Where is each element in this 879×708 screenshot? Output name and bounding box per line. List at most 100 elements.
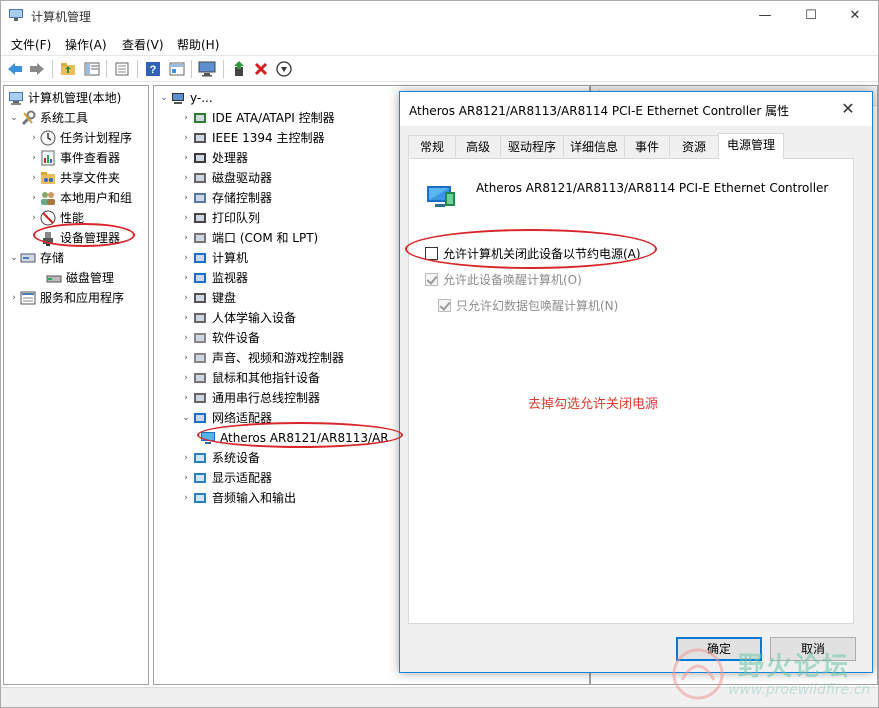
chevron-right-icon[interactable]: › bbox=[180, 188, 192, 208]
tree-item-shared-folders[interactable]: › 共享文件夹 bbox=[28, 168, 120, 188]
disable-icon[interactable] bbox=[274, 59, 294, 79]
chevron-right-icon[interactable]: › bbox=[180, 108, 192, 128]
chevron-right-icon[interactable]: › bbox=[180, 288, 192, 308]
chevron-right-icon[interactable]: › bbox=[180, 448, 192, 468]
menu-view[interactable]: 查看(V) bbox=[122, 36, 164, 53]
dialog-close-button[interactable]: ✕ bbox=[832, 94, 864, 124]
shared-folder-icon bbox=[40, 170, 56, 186]
menu-help[interactable]: 帮助(H) bbox=[177, 36, 219, 53]
chevron-right-icon[interactable]: › bbox=[28, 188, 40, 208]
device-category-row[interactable]: › 处理器 bbox=[180, 148, 248, 168]
device-category-row[interactable]: › 系统设备 bbox=[180, 448, 260, 468]
device-category-row[interactable]: › 声音、视频和游戏控制器 bbox=[180, 348, 344, 368]
properties-icon[interactable] bbox=[167, 59, 187, 79]
chevron-right-icon[interactable]: › bbox=[180, 328, 192, 348]
services-icon bbox=[20, 290, 36, 306]
chevron-right-icon[interactable]: › bbox=[180, 268, 192, 288]
chevron-right-icon[interactable]: › bbox=[180, 228, 192, 248]
tree-label: 系统工具 bbox=[40, 111, 89, 125]
back-arrow-icon[interactable] bbox=[5, 59, 25, 79]
chevron-right-icon[interactable]: › bbox=[8, 288, 20, 308]
tab-general[interactable]: 常规 bbox=[408, 135, 456, 157]
tree-root-computer-management[interactable]: 计算机管理(本地) bbox=[8, 88, 121, 108]
chevron-right-icon[interactable]: › bbox=[28, 208, 40, 228]
magic-packet-checkbox bbox=[438, 299, 451, 312]
device-category-icon bbox=[192, 150, 208, 166]
tab-power-management[interactable]: 电源管理 bbox=[718, 133, 784, 159]
menu-action[interactable]: 操作(A) bbox=[65, 36, 107, 53]
device-category-row[interactable]: › 软件设备 bbox=[180, 328, 260, 348]
update-driver-icon[interactable] bbox=[229, 59, 249, 79]
chevron-down-icon[interactable]: ⌄ bbox=[8, 108, 20, 128]
device-category-row[interactable]: › 鼠标和其他指针设备 bbox=[180, 368, 320, 388]
tree-item-task-scheduler[interactable]: › 任务计划程序 bbox=[28, 128, 132, 148]
chevron-down-icon[interactable]: ⌄ bbox=[8, 248, 20, 268]
device-category-row[interactable]: › IEEE 1394 主控制器 bbox=[180, 128, 324, 148]
chevron-right-icon[interactable]: › bbox=[180, 468, 192, 488]
menu-file[interactable]: 文件(F) bbox=[11, 36, 51, 53]
chevron-right-icon[interactable]: › bbox=[180, 308, 192, 328]
computer-management-icon bbox=[8, 90, 24, 106]
chevron-right-icon[interactable]: › bbox=[180, 488, 192, 508]
annotation-ellipse-atheros bbox=[197, 422, 403, 448]
device-name: Atheros AR8121/AR8113/AR8114 PCI-E Ether… bbox=[476, 181, 829, 195]
tree-label: 计算机管理(本地) bbox=[28, 91, 122, 105]
monitor-icon[interactable] bbox=[197, 59, 217, 79]
tree-item-disk-management[interactable]: 磁盘管理 bbox=[46, 268, 114, 288]
close-button[interactable]: ✕ bbox=[832, 1, 878, 31]
chevron-right-icon[interactable]: › bbox=[180, 248, 192, 268]
device-category-label: 监视器 bbox=[212, 271, 249, 285]
export-list-icon[interactable] bbox=[112, 59, 132, 79]
chevron-right-icon[interactable]: › bbox=[180, 148, 192, 168]
device-category-row[interactable]: › 存储控制器 bbox=[180, 188, 272, 208]
chevron-right-icon[interactable]: › bbox=[28, 148, 40, 168]
tab-driver[interactable]: 驱动程序 bbox=[500, 135, 564, 157]
minimize-button[interactable]: — bbox=[742, 1, 788, 31]
show-tree-icon[interactable] bbox=[82, 59, 102, 79]
device-category-row[interactable]: › 显示适配器 bbox=[180, 468, 272, 488]
tree-item-services-apps[interactable]: › 服务和应用程序 bbox=[8, 288, 124, 308]
forward-arrow-icon[interactable] bbox=[27, 59, 47, 79]
chevron-down-icon[interactable]: ⌄ bbox=[180, 408, 192, 428]
tree-item-local-users[interactable]: › 本地用户和组 bbox=[28, 188, 132, 208]
device-category-label: 人体学输入设备 bbox=[212, 311, 297, 325]
device-category-row[interactable]: › 键盘 bbox=[180, 288, 236, 308]
device-tree-root-label: y-... bbox=[190, 91, 213, 105]
device-category-label: 磁盘驱动器 bbox=[212, 171, 273, 185]
forum-watermark: 野火论坛 www.proewildfire.cn bbox=[668, 644, 878, 706]
device-category-row[interactable]: › 监视器 bbox=[180, 268, 248, 288]
device-category-row[interactable]: › IDE ATA/ATAPI 控制器 bbox=[180, 108, 334, 128]
chevron-right-icon[interactable]: › bbox=[28, 128, 40, 148]
chevron-right-icon[interactable]: › bbox=[180, 128, 192, 148]
chevron-right-icon[interactable]: › bbox=[180, 368, 192, 388]
help-icon[interactable]: ? bbox=[143, 59, 163, 79]
tab-events[interactable]: 事件 bbox=[624, 135, 670, 157]
tab-resources[interactable]: 资源 bbox=[669, 135, 719, 157]
tree-item-event-viewer[interactable]: › 事件查看器 bbox=[28, 148, 120, 168]
tree-item-storage[interactable]: ⌄ 存储 bbox=[8, 248, 64, 268]
chevron-right-icon[interactable]: › bbox=[180, 388, 192, 408]
network-adapter-icon bbox=[427, 186, 455, 207]
up-folder-icon[interactable] bbox=[58, 59, 78, 79]
maximize-button[interactable]: ☐ bbox=[788, 1, 834, 31]
device-category-row[interactable]: › 通用串行总线控制器 bbox=[180, 388, 320, 408]
device-category-row[interactable]: › 打印队列 bbox=[180, 208, 260, 228]
chevron-right-icon[interactable]: › bbox=[180, 348, 192, 368]
device-category-row[interactable]: › 音频输入和输出 bbox=[180, 488, 296, 508]
device-category-icon bbox=[192, 250, 208, 266]
uninstall-icon[interactable] bbox=[251, 59, 271, 79]
device-category-row[interactable]: › 人体学输入设备 bbox=[180, 308, 296, 328]
device-category-row[interactable]: › 端口 (COM 和 LPT) bbox=[180, 228, 318, 248]
tree-item-system-tools[interactable]: ⌄ 系统工具 bbox=[8, 108, 88, 128]
tab-details[interactable]: 详细信息 bbox=[563, 135, 625, 157]
device-tree-root[interactable]: ⌄ y-... bbox=[158, 88, 213, 108]
tab-advanced[interactable]: 高级 bbox=[455, 135, 501, 157]
chevron-right-icon[interactable]: › bbox=[180, 168, 192, 188]
device-category-row[interactable]: › 计算机 bbox=[180, 248, 248, 268]
chevron-down-icon[interactable]: ⌄ bbox=[158, 88, 170, 108]
device-category-row[interactable]: › 磁盘驱动器 bbox=[180, 168, 272, 188]
chevron-right-icon[interactable]: › bbox=[180, 208, 192, 228]
device-category-label: 软件设备 bbox=[212, 331, 261, 345]
chevron-right-icon[interactable]: › bbox=[28, 168, 40, 188]
watermark-title: 野火论坛 bbox=[738, 652, 851, 682]
